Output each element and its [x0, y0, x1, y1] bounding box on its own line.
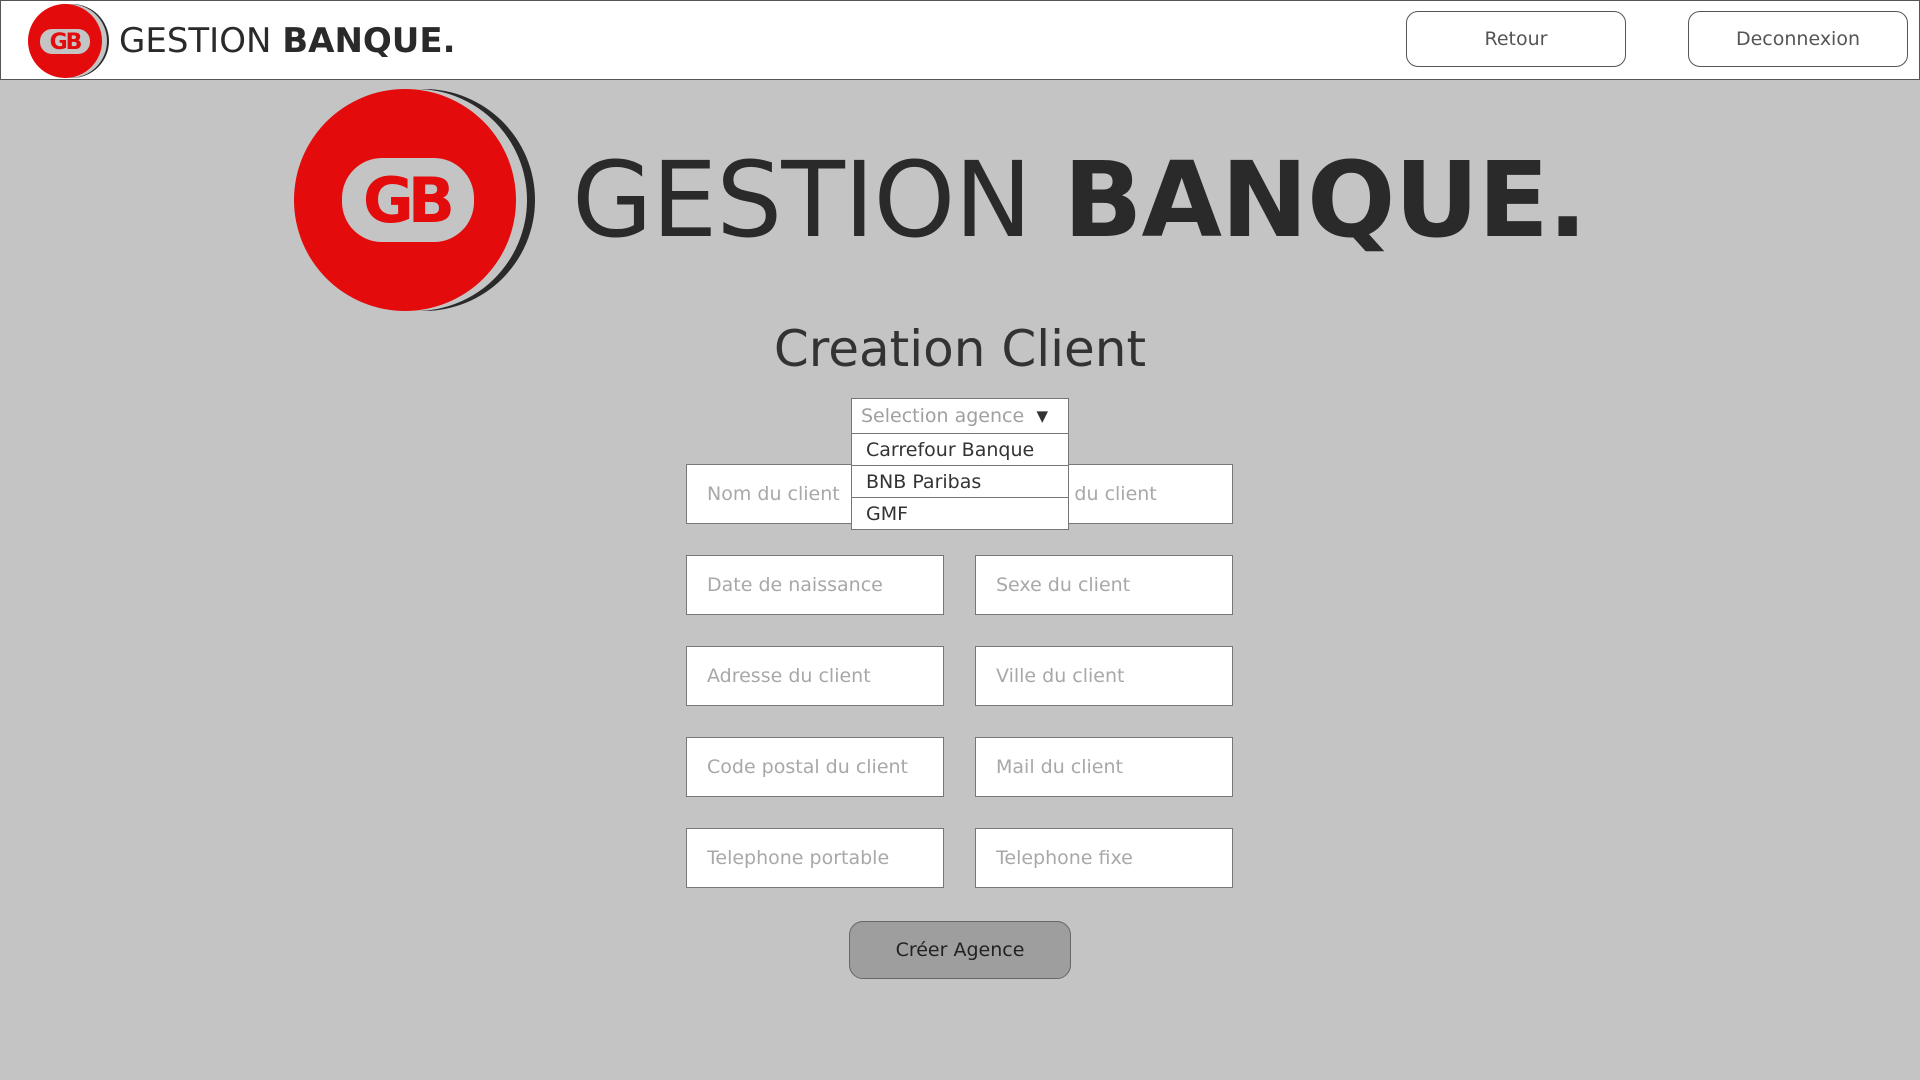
header-brand-name: GESTION BANQUE.: [119, 21, 456, 61]
brand-light: GESTION: [119, 21, 283, 61]
agency-dropdown-list: Carrefour Banque BNB Paribas GMF: [851, 434, 1069, 530]
svg-text:GB: GB: [363, 164, 451, 237]
birth-date-input[interactable]: [686, 555, 944, 615]
top-bar: GB GESTION BANQUE. Retour Deconnexion: [0, 0, 1920, 80]
agency-option[interactable]: GMF: [851, 498, 1069, 530]
create-button[interactable]: Créer Agence: [849, 921, 1071, 979]
hero-brand-bold: BANQUE.: [1063, 139, 1587, 261]
mobile-phone-input[interactable]: [686, 828, 944, 888]
client-city-input[interactable]: [975, 646, 1233, 706]
header-logo: GB GESTION BANQUE.: [27, 3, 456, 79]
client-email-input[interactable]: [975, 737, 1233, 797]
client-sex-input[interactable]: [975, 555, 1233, 615]
bank-logo-icon: GB: [28, 4, 109, 78]
page-title: Creation Client: [773, 320, 1147, 378]
agency-select[interactable]: Selection agence ▼: [851, 398, 1069, 434]
agency-option[interactable]: Carrefour Banque: [851, 434, 1069, 466]
back-button[interactable]: Retour: [1406, 11, 1626, 67]
landline-phone-input[interactable]: [975, 828, 1233, 888]
hero-brand-light: GESTION: [572, 139, 1064, 261]
postal-code-input[interactable]: [686, 737, 944, 797]
client-address-input[interactable]: [686, 646, 944, 706]
dropdown-arrow-icon: ▼: [1036, 407, 1048, 425]
agency-option[interactable]: BNB Paribas: [851, 466, 1069, 498]
logout-button[interactable]: Deconnexion: [1688, 11, 1908, 67]
agency-select-placeholder: Selection agence: [861, 405, 1025, 427]
brand-bold: BANQUE.: [282, 21, 456, 61]
hero-logo: GB GESTION BANQUE.: [294, 88, 1587, 312]
svg-text:GB: GB: [50, 30, 82, 55]
bank-logo-large-icon: GB: [294, 89, 535, 311]
hero-brand-name: GESTION BANQUE.: [572, 139, 1587, 261]
